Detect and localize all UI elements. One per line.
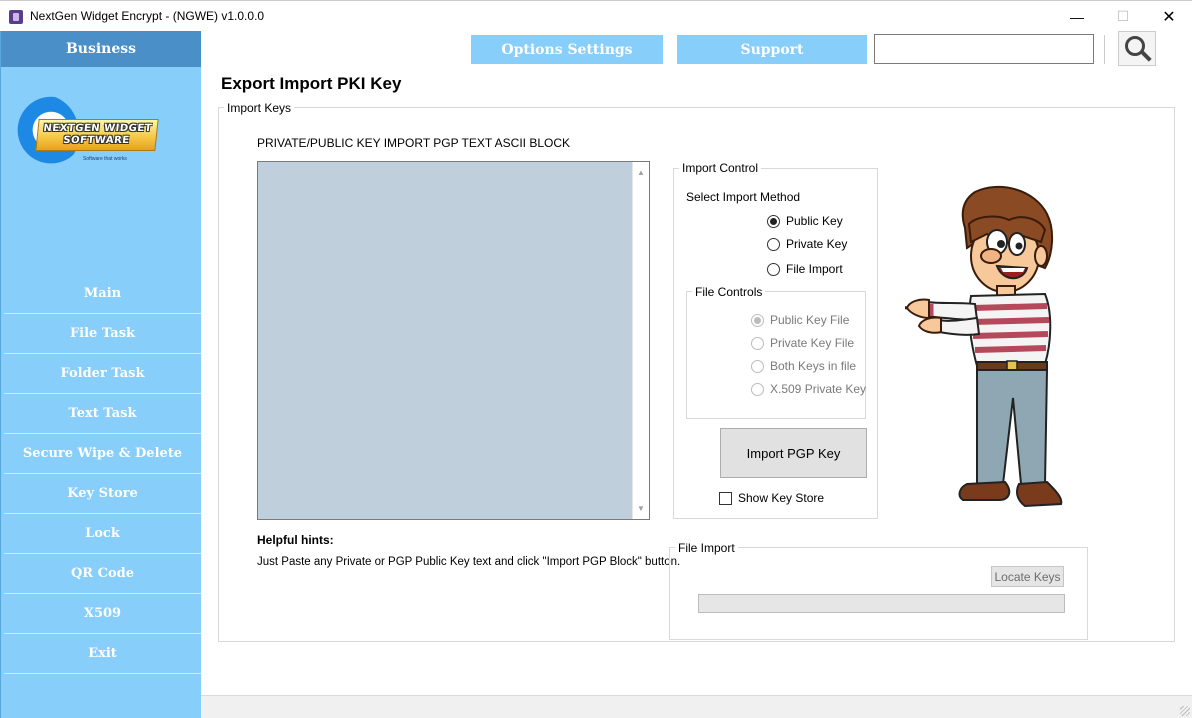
scroll-up-icon[interactable]: ▲: [637, 168, 645, 177]
radio-x509-private-key[interactable]: X.509 Private Key: [751, 382, 866, 396]
radio-private-key[interactable]: Private Key: [767, 237, 847, 251]
window-title: NextGen Widget Encrypt - (NGWE) v1.0.0.0: [30, 9, 265, 23]
magnifier-handle: [1140, 50, 1152, 62]
sidebar-item-qr-code[interactable]: QR Code: [4, 554, 201, 594]
mascot-illustration: [905, 185, 1063, 508]
radio-private-key-file-label: Private Key File: [770, 336, 855, 350]
page-title: Export Import PKI Key: [221, 74, 402, 93]
import-pgp-key-button[interactable]: Import PGP Key: [720, 428, 867, 478]
app-icon: [9, 10, 23, 24]
radio-file-import-dot[interactable]: [767, 262, 780, 276]
radio-public-key-file-dot[interactable]: [751, 313, 764, 327]
radio-both-keys[interactable]: Both Keys in file: [751, 359, 856, 373]
title-bar: NextGen Widget Encrypt - (NGWE) v1.0.0.0…: [0, 0, 1192, 31]
radio-public-key-file[interactable]: Public Key File: [751, 313, 849, 327]
resize-grip-icon[interactable]: [1180, 706, 1190, 716]
pgp-caption: PRIVATE/PUBLIC KEY IMPORT PGP TEXT ASCII…: [257, 136, 570, 150]
file-controls-label: File Controls: [692, 285, 766, 299]
radio-public-key-file-label: Public Key File: [770, 313, 850, 327]
pgp-text-area[interactable]: ▲ ▼: [257, 161, 650, 520]
sidebar: Business NEXTGEN WIDGET SOFTWARE Softwar…: [0, 31, 201, 718]
radio-both-keys-label: Both Keys in file: [770, 359, 857, 373]
hints-text: Just Paste any Private or PGP Public Key…: [257, 556, 681, 568]
show-key-store-checkbox[interactable]: Show Key Store: [719, 491, 824, 505]
radio-private-key-dot[interactable]: [767, 237, 780, 251]
text-area-scrollbar[interactable]: ▲ ▼: [632, 162, 649, 519]
import-control-label: Import Control: [679, 161, 762, 175]
sidebar-item-folder-task[interactable]: Folder Task: [4, 354, 201, 394]
sidebar-item-text-task[interactable]: Text Task: [4, 394, 201, 434]
sidebar-item-x509[interactable]: X509: [4, 594, 201, 634]
sidebar-item-lock[interactable]: Lock: [4, 514, 201, 554]
search-button[interactable]: [1118, 31, 1156, 66]
status-bar: [201, 695, 1192, 718]
maximize-button[interactable]: ☐: [1100, 1, 1146, 32]
support-button[interactable]: Support: [677, 35, 867, 64]
logo-badge: NEXTGEN WIDGET SOFTWARE: [35, 119, 159, 151]
radio-file-import-label: File Import: [786, 262, 843, 276]
radio-private-key-label: Private Key: [786, 237, 848, 251]
show-key-store-box[interactable]: [719, 491, 732, 505]
logo-line2: SOFTWARE: [62, 135, 131, 146]
sidebar-item-main[interactable]: Main: [4, 274, 201, 314]
hints-title: Helpful hints:: [257, 533, 334, 547]
select-method-label: Select Import Method: [686, 190, 801, 204]
sidebar-item-exit[interactable]: Exit: [4, 634, 201, 674]
minimize-button[interactable]: —: [1054, 1, 1100, 32]
file-import-progress-bar: [698, 594, 1065, 613]
file-controls-group: [686, 291, 866, 419]
radio-public-key[interactable]: Public Key: [767, 214, 843, 228]
sidebar-nav: Main File Task Folder Task Text Task Sec…: [4, 274, 201, 674]
search-input[interactable]: [874, 34, 1094, 64]
radio-private-key-file[interactable]: Private Key File: [751, 336, 854, 350]
show-key-store-label: Show Key Store: [738, 491, 825, 505]
file-import-label: File Import: [675, 541, 738, 555]
sidebar-item-secure-wipe[interactable]: Secure Wipe & Delete: [4, 434, 201, 474]
sidebar-item-key-store[interactable]: Key Store: [4, 474, 201, 514]
scroll-down-icon[interactable]: ▼: [637, 504, 645, 513]
radio-both-keys-dot[interactable]: [751, 359, 764, 373]
radio-private-key-file-dot[interactable]: [751, 336, 764, 350]
radio-file-import[interactable]: File Import: [767, 262, 843, 276]
radio-public-key-label: Public Key: [786, 214, 843, 228]
import-keys-group-label: Import Keys: [224, 101, 295, 115]
radio-x509-private-key-dot[interactable]: [751, 382, 764, 396]
radio-public-key-dot[interactable]: [767, 214, 780, 228]
logo-tagline: Software that works: [83, 156, 127, 162]
radio-x509-private-key-label: X.509 Private Key: [770, 382, 867, 396]
toolbar-divider: [1104, 35, 1105, 64]
locate-keys-button[interactable]: Locate Keys: [991, 566, 1064, 587]
sidebar-item-file-task[interactable]: File Task: [4, 314, 201, 354]
logo-line1: NEXTGEN WIDGET: [42, 123, 153, 134]
business-header[interactable]: Business: [1, 31, 201, 67]
company-logo: NEXTGEN WIDGET SOFTWARE Software that wo…: [9, 93, 159, 177]
close-button[interactable]: ✕: [1146, 1, 1192, 32]
options-settings-button[interactable]: Options Settings: [471, 35, 663, 64]
